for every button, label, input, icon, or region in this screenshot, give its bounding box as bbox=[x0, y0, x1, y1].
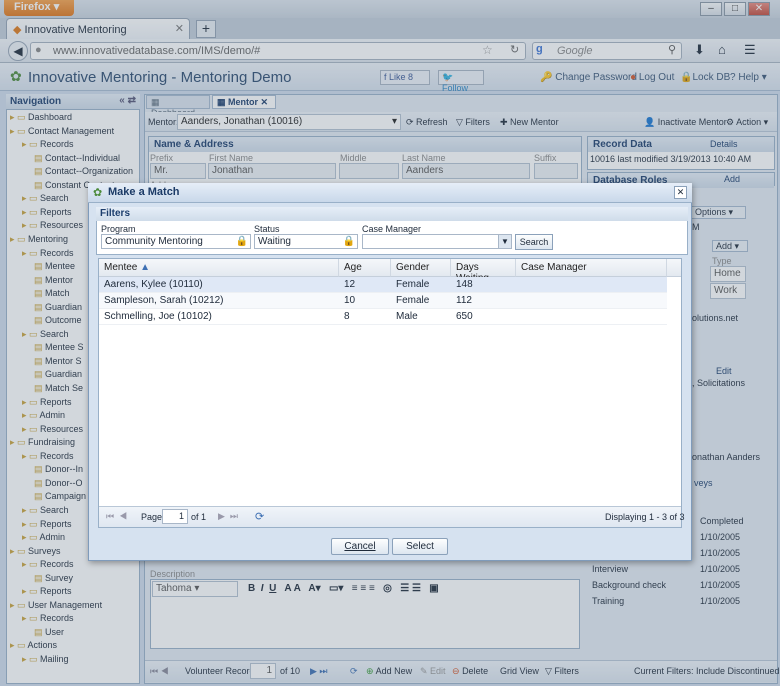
table-cell-cm bbox=[516, 277, 526, 281]
table-cell-mentee: Sampleson, Sarah (10212) bbox=[104, 295, 224, 306]
column-header-age[interactable]: Age bbox=[339, 259, 391, 277]
next-page-icon[interactable]: ▶ ⏭ bbox=[218, 511, 238, 522]
dialog-close-icon[interactable]: ✕ bbox=[674, 186, 687, 199]
page-input[interactable]: 1 bbox=[162, 509, 188, 524]
case-manager-select[interactable]: ▼ bbox=[362, 234, 512, 249]
program-field[interactable]: Community Mentoring 🔒 bbox=[101, 234, 251, 249]
table-row[interactable]: Schmelling, Joe (10102) 8 Male 650 bbox=[99, 309, 667, 325]
refresh-icon[interactable]: ⟳ bbox=[255, 510, 264, 523]
displaying-text: Displaying 1 - 3 of 3 bbox=[605, 512, 685, 522]
lock-icon: 🔒 bbox=[342, 236, 355, 247]
page-input-value: 1 bbox=[178, 511, 184, 521]
table-row[interactable]: Aarens, Kylee (10110) 12 Female 148 bbox=[99, 277, 667, 293]
match-icon: ✿ bbox=[93, 187, 103, 199]
page-total: of 1 bbox=[191, 512, 207, 522]
table-cell-days: 148 bbox=[456, 279, 473, 290]
table-cell-mentee: Aarens, Kylee (10110) bbox=[104, 279, 203, 290]
status-field[interactable]: Waiting 🔒 bbox=[254, 234, 358, 249]
case-manager-label: Case Manager bbox=[362, 224, 422, 234]
table-cell-age: 8 bbox=[344, 311, 350, 322]
table-cell-gender: Female bbox=[396, 279, 430, 290]
lock-icon: 🔒 bbox=[235, 236, 248, 247]
first-page-icon[interactable]: ⏮ ◀ bbox=[106, 511, 127, 522]
table-cell-age: 10 bbox=[344, 295, 356, 306]
table-cell-cm bbox=[516, 293, 526, 297]
cancel-label: Cancel bbox=[344, 541, 376, 552]
scrollbar-corner bbox=[667, 259, 681, 277]
chevron-down-icon: ▼ bbox=[498, 235, 511, 248]
dialog-title: Make a Match bbox=[108, 186, 180, 198]
status-label: Status bbox=[254, 224, 280, 234]
program-label: Program bbox=[101, 224, 136, 234]
table-cell-days: 112 bbox=[456, 295, 472, 306]
status-value: Waiting bbox=[258, 236, 291, 247]
column-header-days-waiting[interactable]: Days Waiting bbox=[451, 259, 516, 284]
table-cell-days: 650 bbox=[456, 311, 473, 322]
column-mentee-label: Mentee bbox=[104, 262, 138, 273]
column-header-mentee[interactable]: Mentee ▲ bbox=[99, 259, 339, 277]
search-button[interactable]: Search bbox=[515, 234, 553, 250]
page-label: Page bbox=[141, 512, 163, 522]
table-cell-mentee: Schmelling, Joe (10102) bbox=[104, 311, 212, 322]
cancel-button[interactable]: Cancel bbox=[331, 538, 389, 555]
table-cell-gender: Female bbox=[396, 295, 430, 306]
table-cell-cm bbox=[516, 309, 526, 313]
dialog-header: Make a Match bbox=[88, 183, 692, 203]
table-cell-age: 12 bbox=[344, 279, 356, 290]
table-cell-gender: Male bbox=[396, 311, 418, 322]
column-header-case-manager[interactable]: Case Manager bbox=[516, 259, 667, 277]
program-value: Community Mentoring bbox=[105, 236, 203, 247]
sort-asc-icon: ▲ bbox=[140, 262, 151, 273]
select-button[interactable]: Select bbox=[392, 538, 448, 555]
column-header-gender[interactable]: Gender bbox=[391, 259, 451, 277]
table-row[interactable]: Sampleson, Sarah (10212) 10 Female 112 bbox=[99, 293, 667, 309]
filters-header: Filters bbox=[96, 207, 688, 221]
